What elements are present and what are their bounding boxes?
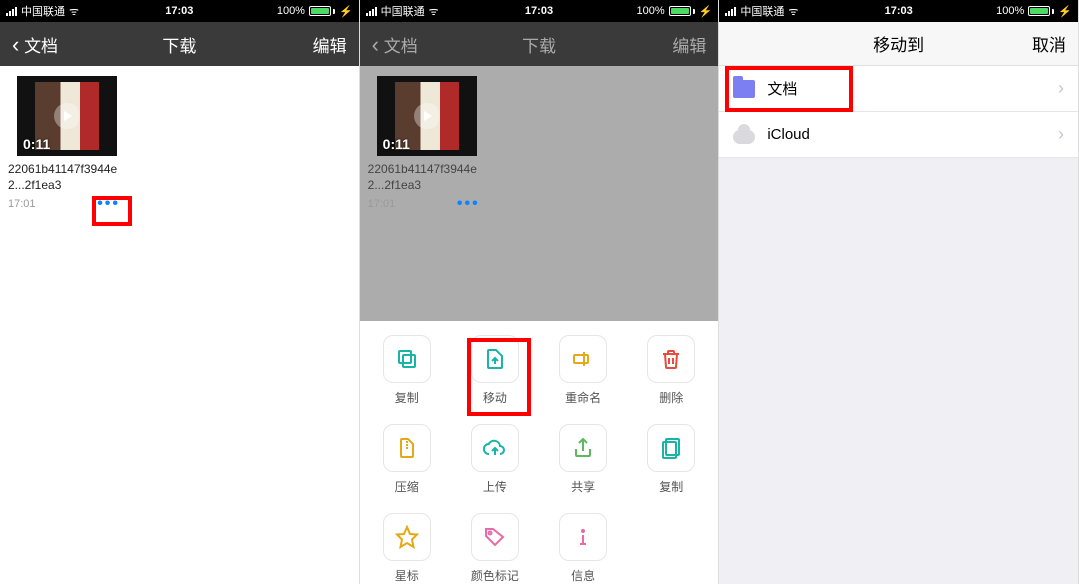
action-label: 星标 — [372, 567, 442, 584]
screen-move-to: 中国联通 ᯤ 17:03 100% ⚡ 移动到 取消 文档 › iCloud › — [719, 0, 1079, 584]
carrier-label: 中国联通 — [740, 3, 784, 19]
status-bar: 中国联通 ᯤ 17:03 100% ⚡ — [719, 0, 1078, 22]
rename-icon — [571, 347, 595, 371]
file-item[interactable]: 0:11 22061b41147f3944e2...2f1ea3 17:01 •… — [8, 76, 126, 213]
page-title: 移动到 — [873, 31, 924, 56]
charging-icon: ⚡ — [339, 5, 353, 18]
action-upload[interactable]: 上传 — [460, 424, 530, 495]
action-rename[interactable]: 重命名 — [548, 335, 618, 406]
edit-button[interactable]: 编辑 — [672, 32, 706, 57]
row-icloud[interactable]: iCloud › — [719, 112, 1078, 158]
action-label: 删除 — [636, 389, 706, 406]
action-color-tag[interactable]: 颜色标记 — [460, 513, 530, 584]
move-icon — [483, 347, 507, 371]
nav-bar: 移动到 取消 — [719, 22, 1078, 66]
trash-icon — [659, 347, 683, 371]
video-thumbnail: 0:11 — [17, 76, 117, 156]
more-button[interactable]: ••• — [91, 195, 126, 213]
duplicate-icon — [659, 436, 683, 460]
carrier-label: 中国联通 — [381, 3, 425, 19]
status-bar: 中国联通 ᯤ 17:03 100% ⚡ — [360, 0, 719, 22]
action-label: 上传 — [460, 478, 530, 495]
battery-pct: 100% — [277, 5, 305, 17]
row-label: iCloud — [767, 126, 810, 143]
file-name: 22061b41147f3944e2...2f1ea3 — [368, 162, 486, 193]
cloud-upload-icon — [483, 436, 507, 460]
page-title: 下载 — [522, 32, 556, 57]
chevron-left-icon: ‹ — [372, 32, 379, 57]
copy-icon — [395, 347, 419, 371]
action-label: 重命名 — [548, 389, 618, 406]
action-label: 共享 — [548, 478, 618, 495]
cancel-button[interactable]: 取消 — [1032, 31, 1066, 56]
play-icon — [414, 103, 440, 129]
more-button[interactable]: ••• — [451, 195, 486, 213]
chevron-right-icon: › — [1058, 78, 1064, 99]
row-label: 文档 — [767, 78, 797, 99]
chevron-right-icon: › — [1058, 124, 1064, 145]
play-icon — [54, 103, 80, 129]
file-item: 0:11 22061b41147f3944e2...2f1ea3 17:01 •… — [368, 76, 486, 213]
row-documents[interactable]: 文档 › — [719, 66, 1078, 112]
video-thumbnail: 0:11 — [377, 76, 477, 156]
battery-pct: 100% — [637, 5, 665, 17]
charging-icon: ⚡ — [1058, 5, 1072, 18]
chevron-left-icon: ‹ — [12, 32, 19, 57]
back-button[interactable]: ‹ 文档 — [372, 32, 418, 57]
cloud-icon — [733, 130, 755, 144]
compress-icon — [395, 436, 419, 460]
action-move[interactable]: 移动 — [460, 335, 530, 406]
back-label: 文档 — [24, 37, 58, 56]
action-info[interactable]: 信息 — [548, 513, 618, 584]
file-name: 22061b41147f3944e2...2f1ea3 — [8, 162, 126, 193]
action-star[interactable]: 星标 — [372, 513, 442, 584]
star-icon — [395, 525, 419, 549]
action-share[interactable]: 共享 — [548, 424, 618, 495]
wifi-icon: ᯤ — [69, 4, 79, 19]
edit-button[interactable]: 编辑 — [313, 32, 347, 57]
action-label: 移动 — [460, 389, 530, 406]
folder-icon — [733, 80, 755, 98]
screen-actionsheet: 中国联通 ᯤ 17:03 100% ⚡ ‹ 文档 下载 编辑 0:11 22061… — [360, 0, 720, 584]
nav-bar: ‹ 文档 下载 编辑 — [0, 22, 359, 66]
action-label: 复制 — [636, 478, 706, 495]
action-label: 颜色标记 — [460, 567, 530, 584]
action-sheet: 复制 移动 重命名 删除 压缩 上传 — [360, 321, 719, 584]
back-label: 文档 — [384, 37, 418, 56]
battery-pct: 100% — [996, 5, 1024, 17]
carrier-label: 中国联通 — [21, 3, 65, 19]
info-icon — [571, 525, 595, 549]
wifi-icon: ᯤ — [788, 4, 798, 19]
page-title: 下载 — [162, 32, 196, 57]
file-time: 17:01 — [368, 198, 396, 210]
action-compress[interactable]: 压缩 — [372, 424, 442, 495]
back-button[interactable]: ‹ 文档 — [12, 32, 58, 57]
tag-icon — [483, 525, 507, 549]
action-label: 复制 — [372, 389, 442, 406]
dimmed-content[interactable]: 0:11 22061b41147f3944e2...2f1ea3 17:01 •… — [360, 66, 719, 321]
video-duration: 0:11 — [383, 136, 410, 152]
share-icon — [571, 436, 595, 460]
content-area: 0:11 22061b41147f3944e2...2f1ea3 17:01 •… — [0, 66, 359, 584]
screen-downloads: 中国联通 ᯤ 17:03 100% ⚡ ‹ 文档 下载 编辑 0:11 22061… — [0, 0, 360, 584]
file-time: 17:01 — [8, 198, 36, 210]
action-label: 信息 — [548, 567, 618, 584]
video-duration: 0:11 — [23, 136, 50, 152]
action-copy[interactable]: 复制 — [372, 335, 442, 406]
status-bar: 中国联通 ᯤ 17:03 100% ⚡ — [0, 0, 359, 22]
action-delete[interactable]: 删除 — [636, 335, 706, 406]
charging-icon: ⚡ — [699, 5, 713, 18]
wifi-icon: ᯤ — [429, 4, 439, 19]
status-time: 17:03 — [885, 5, 913, 17]
folder-list: 文档 › iCloud › — [719, 66, 1078, 584]
status-time: 17:03 — [525, 5, 553, 17]
nav-bar: ‹ 文档 下载 编辑 — [360, 22, 719, 66]
action-duplicate[interactable]: 复制 — [636, 424, 706, 495]
status-time: 17:03 — [165, 5, 193, 17]
action-label: 压缩 — [372, 478, 442, 495]
